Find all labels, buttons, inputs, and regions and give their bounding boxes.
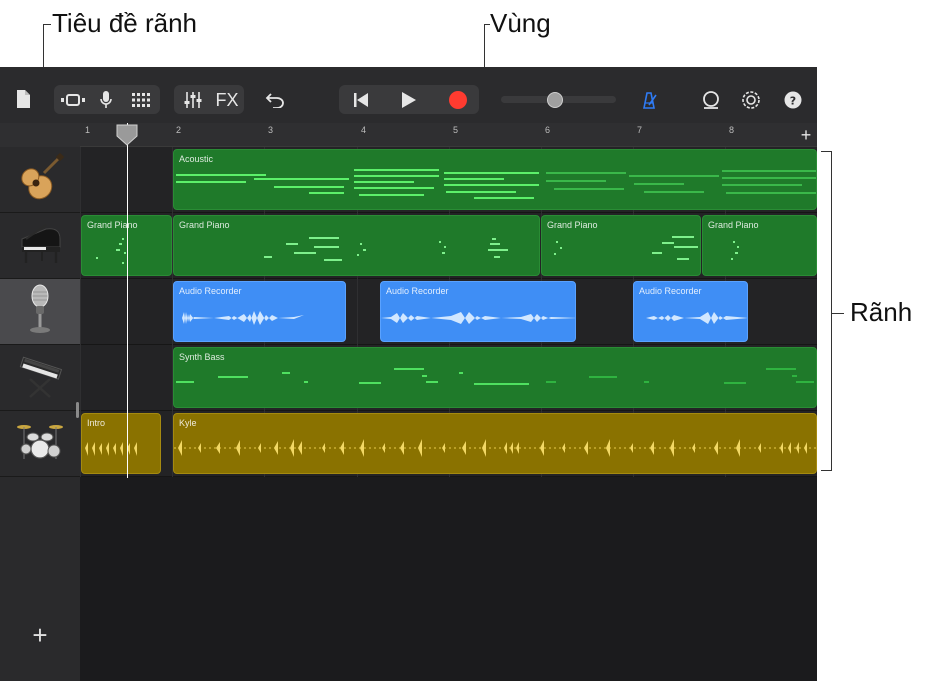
add-track-button[interactable]: + — [26, 620, 54, 650]
ruler-bar-5: 5 — [453, 125, 459, 135]
region-grand-piano[interactable]: Grand Piano — [173, 215, 540, 276]
document-icon[interactable] — [12, 87, 34, 111]
midi-notes — [264, 237, 508, 261]
tracks-bracket-vertical — [831, 151, 832, 471]
garageband-app: FX ? 1 2 3 4 5 6 7 8 + + Acoustic Grand … — [0, 67, 817, 681]
undo-icon[interactable] — [262, 87, 288, 113]
settings-icon[interactable] — [738, 87, 764, 113]
region-drummer-kyle[interactable]: Kyle — [173, 413, 817, 474]
drum-pattern — [174, 439, 816, 457]
mixer-icon[interactable] — [178, 87, 208, 113]
toolbar: FX ? — [0, 67, 817, 123]
audio-waveform — [381, 312, 575, 324]
midi-notes — [176, 169, 816, 199]
track-header-audio-recorder[interactable] — [0, 279, 80, 345]
timeline-ruler[interactable]: 1 2 3 4 5 6 7 8 + — [80, 123, 817, 147]
microphone-icon — [16, 282, 64, 341]
audio-waveform — [634, 312, 747, 324]
track-header-drums[interactable] — [0, 411, 80, 477]
audio-waveform — [174, 311, 345, 325]
playhead-handle[interactable] — [116, 124, 138, 146]
track-headers: + — [0, 123, 80, 681]
region-acoustic[interactable]: Acoustic — [173, 149, 817, 210]
midi-notes — [731, 241, 739, 260]
track-header-synth-bass[interactable] — [0, 345, 80, 411]
playhead-line — [127, 123, 128, 478]
region-grand-piano[interactable]: Grand Piano — [541, 215, 701, 276]
ruler-bar-4: 4 — [361, 125, 367, 135]
tracks-bracket-pointer — [831, 313, 844, 314]
region-audio-recorder[interactable]: Audio Recorder — [173, 281, 346, 342]
add-section-button[interactable]: + — [795, 123, 817, 147]
rewind-icon[interactable] — [345, 87, 377, 113]
view-toggle-icon[interactable] — [58, 87, 88, 113]
region-grand-piano[interactable]: Grand Piano — [702, 215, 817, 276]
ruler-bar-2: 2 — [176, 125, 182, 135]
region-drummer-intro[interactable]: Intro — [81, 413, 161, 474]
track-header-grand-piano[interactable] — [0, 213, 80, 279]
volume-slider-knob[interactable] — [547, 92, 563, 108]
ruler-bar-6: 6 — [545, 125, 551, 135]
region-synth-bass[interactable]: Synth Bass — [173, 347, 817, 408]
midi-notes — [554, 236, 698, 260]
region-callout-tick — [484, 24, 490, 25]
ruler-bar-8: 8 — [729, 125, 735, 135]
sidebar-corner — [0, 123, 80, 147]
midi-notes — [176, 368, 814, 385]
help-icon[interactable]: ? — [780, 87, 806, 113]
grid-icon[interactable] — [128, 87, 154, 113]
drum-pattern — [85, 442, 137, 456]
play-icon[interactable] — [393, 87, 425, 113]
tracks-callout: Rãnh — [850, 297, 913, 327]
track-header-callout: Tiêu đề rãnh — [52, 8, 198, 38]
track-header-acoustic-guitar[interactable] — [0, 147, 80, 213]
drum-kit-icon — [15, 419, 65, 468]
ruler-bar-3: 3 — [268, 125, 274, 135]
grand-piano-icon — [16, 219, 64, 272]
acoustic-guitar-icon — [16, 153, 64, 206]
svg-text:?: ? — [790, 94, 796, 107]
metronome-icon[interactable] — [636, 87, 662, 113]
record-icon[interactable] — [442, 87, 474, 113]
region-callout: Vùng — [490, 8, 551, 38]
microphone-icon[interactable] — [94, 87, 118, 113]
region-audio-recorder[interactable]: Audio Recorder — [633, 281, 748, 342]
synth-keyboard-icon — [16, 351, 64, 404]
region-audio-recorder[interactable]: Audio Recorder — [380, 281, 576, 342]
tracks-bracket-bottom — [821, 470, 831, 471]
track-header-callout-tick — [43, 24, 51, 25]
sidebar-resize-handle[interactable] — [76, 402, 79, 418]
loop-icon[interactable] — [698, 87, 724, 113]
tracks-bracket-top — [821, 151, 831, 152]
ruler-bar-1: 1 — [85, 125, 91, 135]
ruler-bar-7: 7 — [637, 125, 643, 135]
tracks-area: Acoustic Grand Piano Grand Piano Grand P… — [80, 147, 817, 681]
fx-button[interactable]: FX — [212, 87, 242, 113]
